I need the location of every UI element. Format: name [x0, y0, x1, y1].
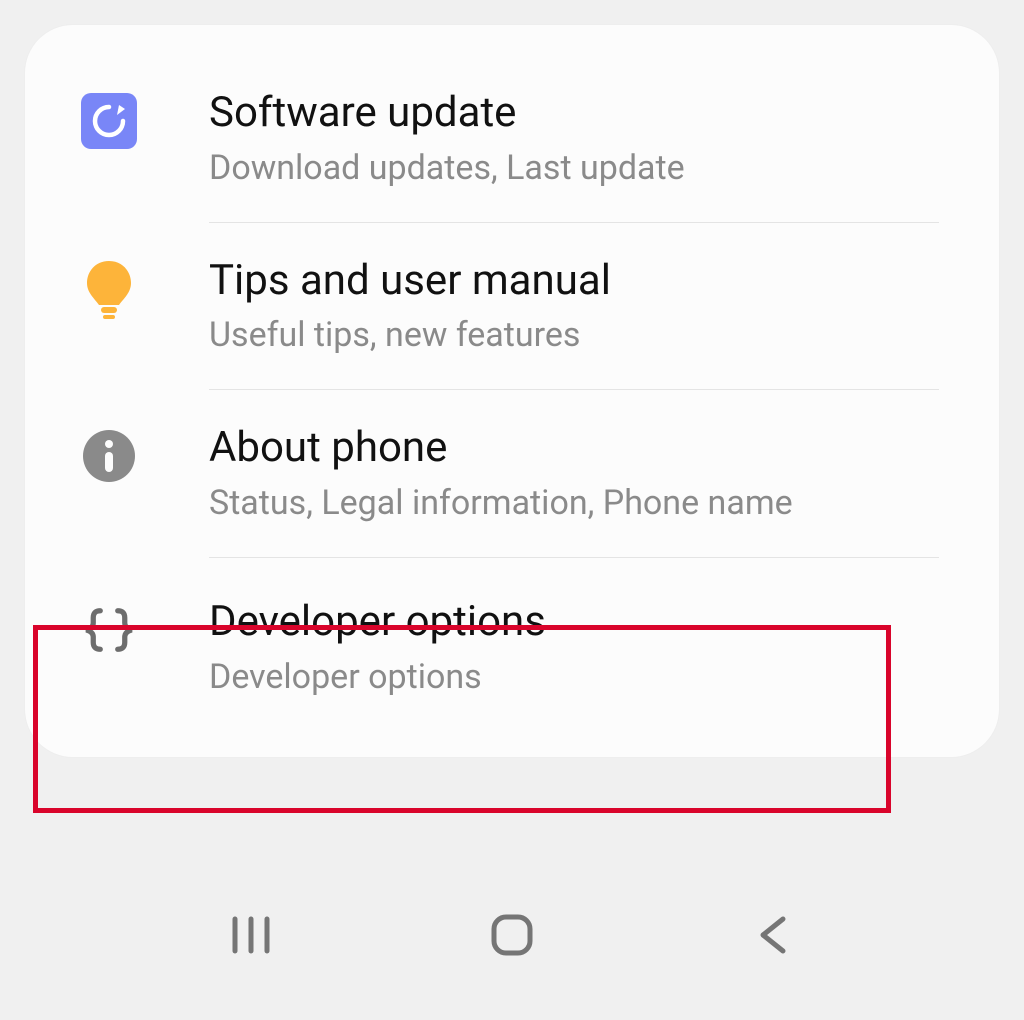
settings-item-software-update[interactable]: Software update Download updates, Last u…: [25, 55, 999, 222]
refresh-icon: [81, 93, 137, 149]
nav-recents-button[interactable]: [211, 905, 291, 965]
nav-back-button[interactable]: [733, 905, 813, 965]
settings-item-title: About phone: [209, 422, 959, 475]
settings-item-tips[interactable]: Tips and user manual Useful tips, new fe…: [25, 223, 999, 390]
braces-icon: [81, 602, 137, 658]
info-icon: [81, 428, 137, 484]
settings-item-subtitle: Useful tips, new features: [209, 313, 959, 357]
settings-item-subtitle: Download updates, Last update: [209, 146, 959, 190]
settings-card: Software update Download updates, Last u…: [25, 25, 999, 757]
navigation-bar: [0, 895, 1024, 975]
settings-item-title: Developer options: [209, 596, 959, 649]
settings-item-title: Software update: [209, 87, 959, 140]
settings-item-about-phone[interactable]: About phone Status, Legal information, P…: [25, 390, 999, 557]
lightbulb-icon: [81, 261, 137, 317]
settings-item-subtitle: Developer options: [209, 655, 959, 699]
settings-item-title: Tips and user manual: [209, 255, 959, 308]
settings-item-developer-options[interactable]: Developer options Developer options: [25, 558, 999, 737]
nav-home-button[interactable]: [472, 905, 552, 965]
settings-item-subtitle: Status, Legal information, Phone name: [209, 481, 959, 525]
